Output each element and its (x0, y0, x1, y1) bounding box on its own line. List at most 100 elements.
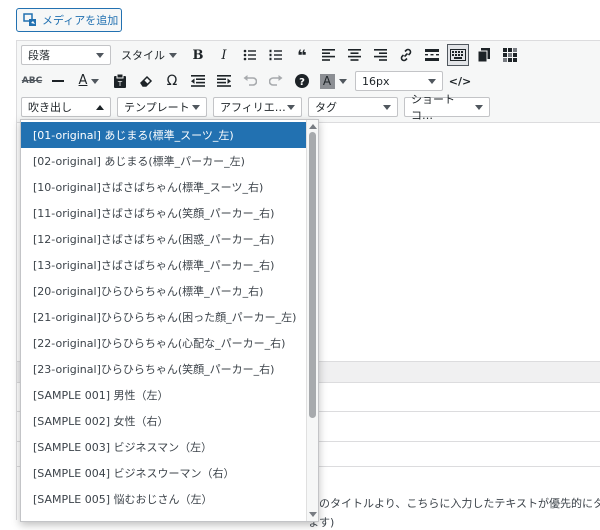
numbered-list-button[interactable] (265, 44, 287, 66)
table-grid-button[interactable] (499, 44, 521, 66)
affiliate-select[interactable]: アフィリエ… (213, 97, 302, 117)
align-right-button[interactable] (369, 44, 391, 66)
insert-link-button[interactable] (395, 44, 417, 66)
bullet-list-button[interactable] (239, 44, 261, 66)
dropdown-item[interactable]: [21-original]ひらひらちゃん(困った顔_パーカー_左) (21, 304, 307, 330)
read-more-button[interactable] (421, 44, 443, 66)
dropdown-item[interactable]: [SAMPLE 005] 悩むおじさん（左） (21, 486, 307, 512)
shortcode-select-value: ショートコ… (411, 93, 455, 122)
svg-text:?: ? (299, 77, 305, 88)
fukidashi-select-value: 吹き出し (28, 101, 72, 114)
dropdown-item[interactable]: [02-original] あじまる(標準_パーカー_左) (21, 148, 307, 174)
code-button[interactable]: </> (449, 70, 471, 92)
align-left-button[interactable] (317, 44, 339, 66)
link-icon (400, 48, 412, 62)
add-media-button[interactable]: メディアを追加 (16, 8, 122, 32)
scroll-up-icon[interactable] (309, 124, 317, 129)
dropdown-item[interactable]: [SAMPLE 002] 女性（右） (21, 408, 307, 434)
toolbar-toggle-button[interactable] (447, 44, 469, 66)
bullet-list-icon (243, 49, 256, 61)
shortcode-select[interactable]: ショートコ… (404, 93, 490, 122)
special-character-button[interactable]: Ω (161, 70, 183, 92)
clear-formatting-button[interactable] (135, 70, 157, 92)
italic-button[interactable]: I (213, 44, 235, 66)
dropdown-item[interactable]: [23-original]ひらひらちゃん(笑顔_パーカー_右) (21, 356, 307, 382)
tag-select[interactable]: タグ (308, 97, 398, 117)
affiliate-select-value: アフィリエ… (220, 101, 286, 114)
indent-button[interactable] (213, 70, 235, 92)
dropdown-item[interactable]: [SAMPLE 004] ビジネスウーマン（右） (21, 460, 307, 486)
toolbar-row-2: ABC A T Ω ? A 16px </> (17, 68, 600, 94)
chevron-down-icon (287, 104, 295, 110)
undo-button[interactable] (239, 70, 261, 92)
code-icon: </> (448, 74, 472, 88)
fukidashi-dropdown[interactable]: [01-original] あじまる(標準_スーツ_左) [02-original… (20, 119, 319, 522)
bold-button[interactable]: B (187, 44, 209, 66)
text-color-button[interactable]: A (73, 70, 105, 92)
dropdown-item[interactable]: [11-original]さばさばちゃん(笑顔_パーカー_右) (21, 200, 307, 226)
dropdown-item[interactable]: [12-original]さばさばちゃん(困惑_パーカー_右) (21, 226, 307, 252)
style-select-label: スタイル (121, 49, 165, 62)
chevron-down-icon (383, 104, 391, 110)
copy-button[interactable] (473, 44, 495, 66)
svg-text:T: T (117, 80, 123, 88)
background-color-letter: A (322, 74, 332, 88)
horizontal-line-button[interactable] (47, 70, 69, 92)
dropdown-item[interactable]: [20-original]ひらひらちゃん(標準_パーカ_右) (21, 278, 307, 304)
redo-button[interactable] (265, 70, 287, 92)
undo-icon (243, 75, 257, 86)
format-select-value: 段落 (28, 49, 50, 62)
strikethrough-button[interactable]: ABC (21, 70, 43, 92)
read-more-icon (425, 49, 439, 61)
text-color-icon: A (78, 73, 88, 88)
copy-icon (478, 48, 490, 62)
chevron-down-icon (169, 52, 177, 58)
template-select[interactable]: テンプレート (117, 97, 207, 117)
chevron-down-icon (96, 52, 104, 58)
numbered-list-icon (269, 49, 282, 61)
keyboard-icon (450, 49, 466, 61)
redo-icon (269, 75, 283, 86)
dropdown-item[interactable]: [10-original]さばさばちゃん(標準_スーツ_右) (21, 174, 307, 200)
dropdown-item[interactable]: [13-original]さばさばちゃん(標準_パーカー_右) (21, 252, 307, 278)
toolbar-row-1: 段落 スタイル B I ❝ (17, 42, 600, 68)
fukidashi-select[interactable]: 吹き出し (21, 97, 111, 117)
font-size-select[interactable]: 16px (355, 71, 443, 91)
tag-select-value: タグ (315, 101, 337, 114)
scroll-down-icon[interactable] (309, 512, 317, 517)
chevron-down-icon (428, 78, 436, 84)
align-center-icon (347, 49, 361, 61)
font-size-value: 16px (362, 74, 390, 88)
toolbar-row-3: 吹き出し テンプレート アフィリエ… タグ ショートコ… (17, 93, 600, 122)
italic-icon: I (221, 47, 227, 63)
align-center-button[interactable] (343, 44, 365, 66)
template-select-value: テンプレート (124, 101, 190, 114)
dropdown-scrollbar[interactable] (306, 120, 318, 521)
dropdown-item[interactable]: [22-original]ひらひらちゃん(心配な_パーカー_右) (21, 330, 307, 356)
chevron-down-icon (91, 78, 100, 84)
text-color-letter: A (78, 73, 88, 88)
strikethrough-icon: ABC (21, 76, 43, 86)
scroll-thumb[interactable] (309, 132, 316, 418)
dropdown-item[interactable]: [01-original] あじまる(標準_スーツ_左) (21, 122, 307, 148)
outdent-icon (191, 75, 205, 87)
format-select[interactable]: 段落 (21, 45, 111, 65)
chevron-down-icon (192, 104, 200, 110)
help-button[interactable]: ? (291, 70, 313, 92)
media-icon (23, 13, 36, 26)
helper-text-line-1: 事のタイトルより、こちらに入力したテキストが優先的にタイ (308, 497, 600, 510)
dropdown-item[interactable]: [SAMPLE 003] ビジネスマン（左） (21, 434, 307, 460)
style-select[interactable]: スタイル (121, 47, 177, 63)
clipboard-icon: T (114, 74, 126, 88)
add-media-label: メディアを追加 (42, 14, 119, 27)
blockquote-button[interactable]: ❝ (291, 44, 313, 66)
dropdown-item[interactable]: [SAMPLE 001] 男性（左） (21, 382, 307, 408)
indent-icon (217, 75, 231, 87)
outdent-button[interactable] (187, 70, 209, 92)
background-color-icon: A (319, 73, 335, 89)
align-right-icon (373, 49, 387, 61)
background-color-button[interactable]: A (317, 70, 349, 92)
quote-icon: ❝ (297, 45, 307, 65)
editor-toolbar: 段落 スタイル B I ❝ ABC A T Ω ? A 16px </> 吹き出… (17, 41, 600, 123)
paste-text-button[interactable]: T (109, 70, 131, 92)
